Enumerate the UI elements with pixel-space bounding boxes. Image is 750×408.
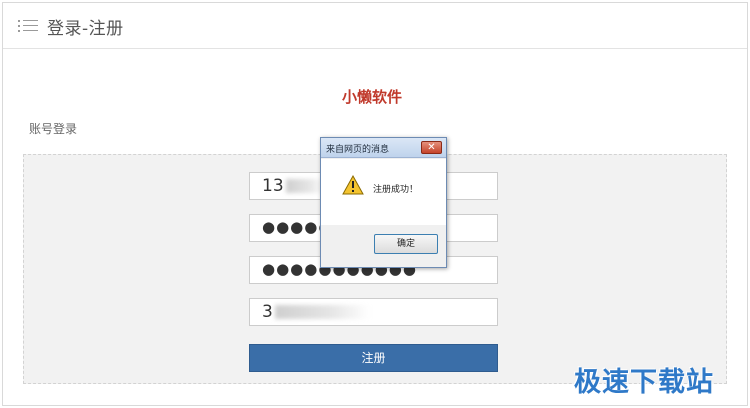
phone-value: 13 xyxy=(262,176,284,196)
section-label: 账号登录 xyxy=(29,122,78,136)
warning-icon xyxy=(342,175,364,195)
dialog-message: 注册成功！ xyxy=(373,185,419,195)
redacted-blur xyxy=(274,305,370,319)
close-button[interactable]: ✕ xyxy=(421,141,442,154)
close-icon: ✕ xyxy=(427,142,436,153)
list-icon[interactable] xyxy=(18,18,38,34)
code-field[interactable]: 3 xyxy=(249,298,498,326)
register-button[interactable]: 注册 xyxy=(249,344,498,372)
message-dialog: 来自网页的消息 ✕ 注册成功！ 确定 xyxy=(320,137,447,268)
page-header: 登录-注册 xyxy=(3,3,747,49)
dialog-titlebar[interactable]: 来自网页的消息 ✕ xyxy=(321,138,446,158)
dialog-body: 注册成功！ xyxy=(321,159,446,225)
dialog-title: 来自网页的消息 xyxy=(326,145,390,155)
brand-name: 小懒软件 xyxy=(341,88,402,106)
ok-button[interactable]: 确定 xyxy=(374,234,438,254)
code-value: 3 xyxy=(262,302,273,322)
page-title: 登录-注册 xyxy=(47,19,124,39)
site-watermark: 极速下载站 xyxy=(574,367,714,398)
